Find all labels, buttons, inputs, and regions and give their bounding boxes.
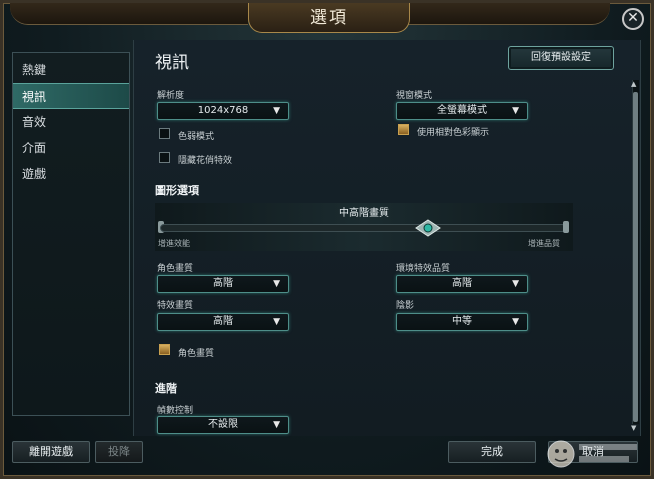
fps-value: 不設限 (208, 419, 238, 430)
environment-quality-select[interactable]: 高階 ▼ (396, 275, 528, 293)
chevron-down-icon: ▼ (512, 317, 519, 327)
character-quality-select[interactable]: 高階 ▼ (157, 275, 289, 293)
relative-color-label: 使用相對色彩顯示 (417, 128, 490, 138)
title-plate: 選項 (248, 3, 410, 33)
hide-flair-checkbox[interactable] (159, 152, 170, 163)
page-title: 視訊 (155, 53, 189, 73)
window-mode-select[interactable]: 全螢幕模式 ▼ (396, 102, 528, 120)
quality-level-label: 中高階畫質 (339, 208, 389, 219)
surrender-button[interactable]: 投降 (95, 441, 143, 463)
chevron-down-icon: ▼ (273, 420, 280, 430)
quality-slider[interactable] (160, 224, 566, 232)
fps-select[interactable]: 不設限 ▼ (157, 416, 289, 434)
relative-color-checkbox[interactable] (398, 124, 409, 135)
sidebar-item-hotkeys[interactable]: 熱鍵 (13, 57, 129, 83)
shadows-value: 中等 (452, 316, 472, 327)
character-ink-checkbox[interactable] (159, 344, 170, 355)
scroll-down-icon[interactable]: ▼ (631, 424, 636, 432)
sidebar-item-game[interactable]: 遊戲 (13, 161, 129, 187)
watermark-logo (547, 440, 637, 468)
slider-right-cap (563, 221, 569, 233)
fps-label: 幀數控制 (157, 406, 194, 416)
character-quality-label: 角色畫質 (157, 264, 194, 274)
character-quality-value: 高階 (213, 278, 233, 289)
chevron-down-icon: ▼ (512, 106, 519, 116)
environment-quality-label: 環境特效品質 (396, 264, 451, 274)
sidebar-item-label: 視訊 (22, 90, 47, 104)
quality-slider-handle[interactable] (415, 219, 441, 237)
reset-defaults-button[interactable]: 回復預設設定 (508, 46, 614, 70)
resolution-select[interactable]: 1024x768 ▼ (157, 102, 289, 120)
colorblind-label: 色弱模式 (178, 132, 215, 142)
exit-game-button[interactable]: 離開遊戲 (12, 441, 90, 463)
sidebar-item-interface[interactable]: 介面 (13, 135, 129, 161)
chevron-down-icon: ▼ (273, 106, 280, 116)
sidebar-item-sound[interactable]: 音效 (13, 109, 129, 135)
window-mode-value: 全螢幕模式 (437, 105, 487, 116)
window-mode-label: 視窗模式 (396, 91, 433, 101)
slider-max-label: 增進品質 (528, 239, 560, 248)
slider-min-label: 增進效能 (158, 239, 190, 248)
scrollbar-thumb[interactable] (633, 92, 638, 422)
resolution-value: 1024x768 (197, 105, 249, 116)
sidebar: 熱鍵 視訊 音效 介面 遊戲 (12, 52, 130, 416)
title-ornament-left (10, 3, 248, 25)
window-title: 選項 (310, 8, 348, 28)
hide-flair-label: 隱藏花俏特效 (178, 156, 233, 166)
resolution-label: 解析度 (157, 91, 185, 101)
shadows-label: 陰影 (396, 301, 415, 311)
sidebar-item-label: 音效 (22, 115, 47, 129)
advanced-section-heading: 進階 (155, 382, 177, 395)
close-button[interactable]: ✕ (622, 8, 644, 30)
effects-quality-select[interactable]: 高階 ▼ (157, 313, 289, 331)
colorblind-checkbox[interactable] (159, 128, 170, 139)
done-button[interactable]: 完成 (448, 441, 536, 463)
effects-quality-label: 特效畫質 (157, 301, 194, 311)
environment-quality-value: 高階 (452, 278, 472, 289)
shadows-select[interactable]: 中等 ▼ (396, 313, 528, 331)
chevron-down-icon: ▼ (512, 279, 519, 289)
chevron-down-icon: ▼ (273, 279, 280, 289)
sidebar-item-label: 介面 (22, 141, 47, 155)
character-ink-label: 角色畫質 (178, 349, 215, 359)
scroll-up-icon[interactable]: ▲ (631, 80, 636, 88)
sidebar-item-label: 熱鍵 (22, 63, 47, 77)
effects-quality-value: 高階 (213, 316, 233, 327)
chevron-down-icon: ▼ (273, 317, 280, 327)
close-icon: ✕ (627, 10, 639, 26)
graphics-section-heading: 圖形選項 (155, 184, 199, 197)
sidebar-item-video[interactable]: 視訊 (13, 83, 129, 109)
sidebar-item-label: 遊戲 (22, 167, 47, 181)
